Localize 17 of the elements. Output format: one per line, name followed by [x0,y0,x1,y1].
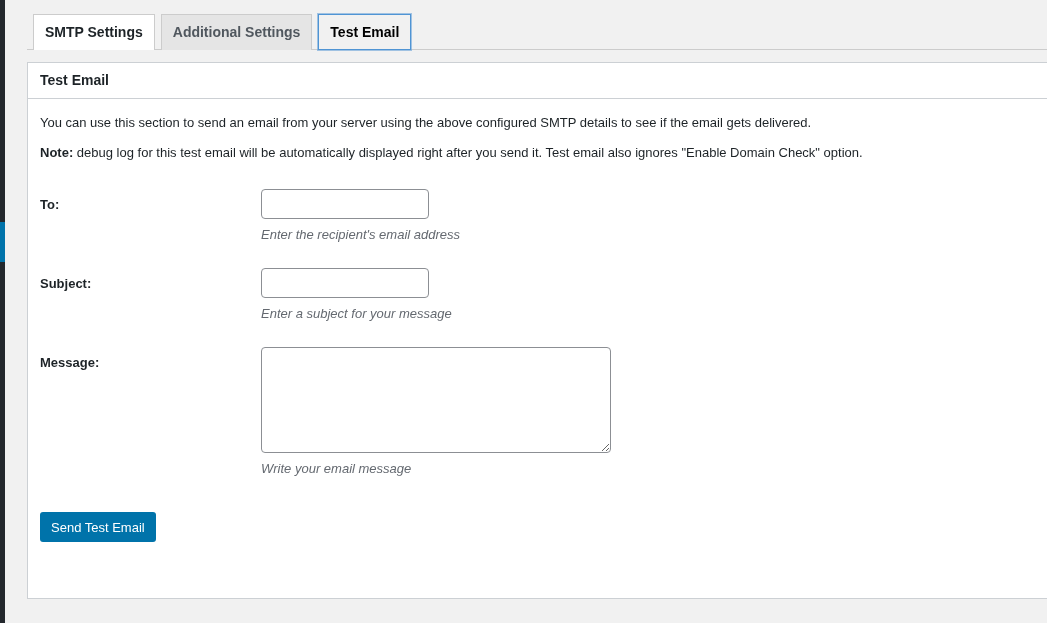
tab[interactable]: SMTP Settings [33,14,155,50]
field-label: To: [40,196,61,214]
intro-text: You can use this section to send an email from your server using the above configured SMTP details to see if the email gets delivered. [40,115,813,131]
field-label: Message: [40,354,101,372]
send-button[interactable]: Send Test Email [40,512,156,542]
text-field[interactable] [261,189,429,219]
panel-title: Test Email [28,63,1047,99]
tab[interactable]: Test Email [318,14,412,50]
field-label: Subject: [40,275,93,293]
tab[interactable]: Additional Settings [160,14,313,50]
field-hint: Write your email message [261,461,412,476]
message-field[interactable] [261,347,611,453]
field-hint: Enter the recipient's email address [261,227,461,242]
text-field[interactable] [261,268,429,298]
note-text: Note: debug log for this test email will be automatically displayed right after you send it. Test email also ignores "Enable Domain Check" option. [40,145,864,161]
active-menu-marker [0,222,5,262]
field-hint: Enter a subject for your message [261,306,452,321]
